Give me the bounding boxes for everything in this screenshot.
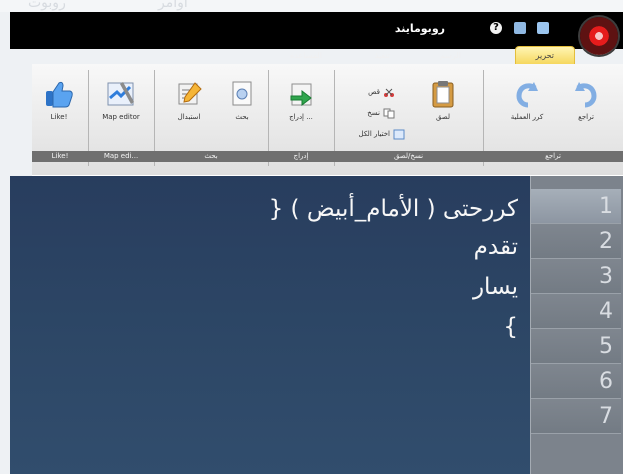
find-document-icon (225, 78, 259, 109)
select-all-button-label: اختيار الكل (358, 130, 390, 138)
search-group-label: بحث (154, 151, 268, 162)
tab-drawing[interactable]: الرسم (440, 51, 461, 60)
window-maximize-icon[interactable] (514, 22, 526, 34)
undo-group: كرر العملية تراجع تراجع (483, 70, 623, 166)
scissors-icon (383, 87, 395, 98)
cut-button-label: قص (368, 88, 380, 96)
line-number-3: 3 (531, 259, 621, 294)
redo-icon (510, 78, 544, 109)
clipboard-icon (426, 78, 460, 109)
map-editor-button[interactable]: Map editor (92, 78, 150, 122)
insert-button[interactable]: إدراج ... (272, 78, 330, 122)
line-number-7: 7 (531, 399, 621, 434)
code-line-2[interactable]: تقدم (474, 232, 518, 263)
redo-button-label: كرر العملية (510, 113, 544, 121)
copy-button[interactable]: نسخ (367, 107, 395, 119)
insert-group: إدراج ... إدراج (268, 70, 335, 166)
help-icon[interactable]: ? (490, 22, 502, 34)
undo-icon (569, 78, 603, 109)
robomind-window: روبوت أوامر روبومايند ? تحرير الرسم تنفي… (0, 0, 623, 474)
code-editor[interactable]: كررحتى ( الأمام_أبيض ) { تقدم يسار } (10, 176, 532, 474)
app-title: روبومايند (394, 22, 445, 35)
map-editor-button-label: Map editor (102, 113, 140, 121)
tab-help[interactable]: المساعدة (290, 51, 322, 60)
map-editor-group-label: Map edi... (88, 151, 154, 162)
replace-pencil-icon (172, 78, 206, 109)
ribbon-tabs: تحرير الرسم تنفيذ المساعدة (95, 46, 575, 66)
insert-arrow-icon (284, 78, 318, 109)
like-button[interactable]: Like! (30, 78, 88, 122)
code-line-3[interactable]: يسار (473, 272, 518, 303)
line-number-5: 5 (531, 329, 621, 364)
code-line-4[interactable]: } (503, 312, 518, 343)
insert-button-label: إدراج ... (289, 113, 313, 121)
copy-button-label: نسخ (367, 109, 380, 117)
background-label-middle: أوامر (158, 0, 188, 11)
line-number-1: 1 (531, 189, 621, 224)
undo-button-label: تراجع (578, 113, 594, 121)
app-menu-orb[interactable] (580, 17, 618, 55)
undo-group-label: تراجع (483, 151, 623, 162)
like-group: Like! Like! (32, 70, 89, 166)
cut-button[interactable]: قص (368, 86, 395, 98)
copy-icon (383, 108, 395, 119)
select-all-button[interactable]: اختيار الكل (359, 128, 405, 140)
replace-button-label: استبدال (177, 113, 201, 121)
map-editor-icon (104, 78, 138, 109)
code-line-1[interactable]: كررحتى ( الأمام_أبيض ) { (269, 194, 518, 225)
replace-button[interactable]: استبدال (160, 78, 218, 122)
ribbon-toolbar: Like! Like! Map editor Map edi... استبدا… (32, 64, 623, 177)
tab-edit[interactable]: تحرير (514, 46, 575, 65)
line-number-2: 2 (531, 224, 621, 259)
like-group-label: Like! (32, 151, 88, 162)
redo-button[interactable]: كرر العملية (498, 78, 556, 122)
background-strip: روبوت أوامر (0, 0, 623, 12)
tab-run[interactable]: تنفيذ (375, 51, 390, 60)
search-group: استبدال بحث بحث (154, 70, 269, 166)
like-button-label: Like! (50, 113, 68, 121)
select-all-icon (393, 129, 405, 140)
paste-button[interactable]: لصق (414, 78, 472, 122)
clipboard-group-label: نسخ/لصق (334, 151, 483, 162)
thumbs-up-icon (42, 78, 76, 109)
insert-group-label: إدراج (268, 151, 334, 162)
find-button[interactable]: بحث (213, 78, 271, 122)
clipboard-group: قص نسخ اختيار الكل لصق نسخ/لصق (334, 70, 484, 166)
paste-button-label: لصق (435, 113, 451, 121)
window-minimize-icon[interactable] (537, 22, 549, 34)
title-bar: روبومايند ? (10, 12, 623, 55)
find-button-label: بحث (235, 113, 249, 121)
undo-button[interactable]: تراجع (557, 78, 615, 122)
map-editor-group: Map editor Map edi... (88, 70, 155, 166)
line-number-gutter: 1 2 3 4 5 6 7 (530, 176, 623, 474)
background-label-left: روبوت (28, 0, 66, 11)
line-number-4: 4 (531, 294, 621, 329)
line-number-6: 6 (531, 364, 621, 399)
